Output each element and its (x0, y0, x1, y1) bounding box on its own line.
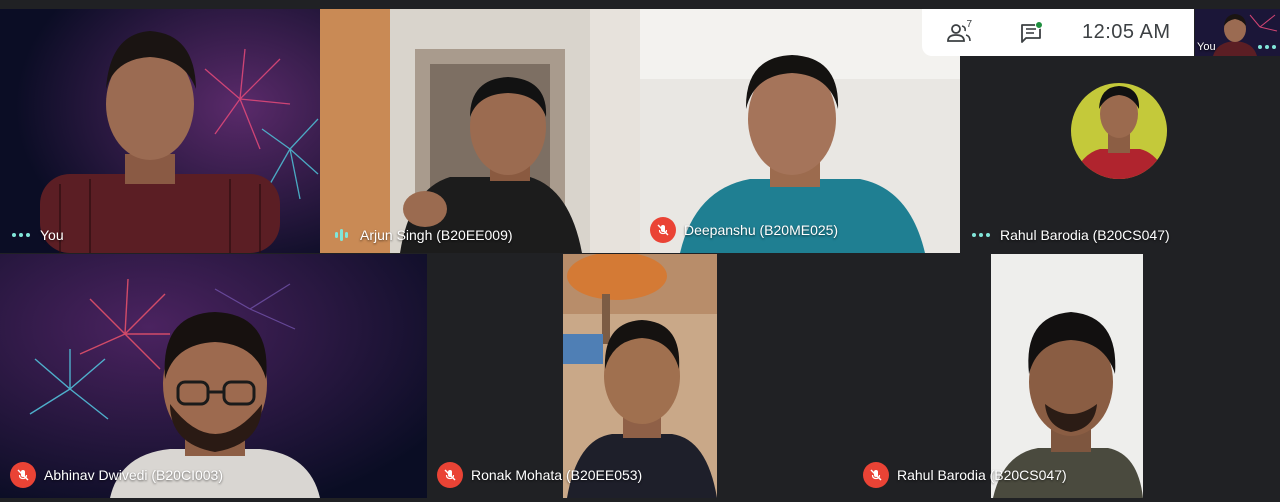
more-options-icon[interactable] (970, 233, 992, 237)
participant-tile-you[interactable]: You (0, 9, 320, 253)
participant-name: Ronak Mohata (B20EE053) (471, 467, 643, 483)
chat-notification-dot (1035, 21, 1043, 29)
people-count: 7 (966, 19, 972, 30)
participant-name-bar: Abhinav Dwivedi (B20CI003) (10, 462, 223, 488)
mic-off-icon (10, 462, 36, 488)
self-view-label: You (1197, 41, 1216, 53)
more-options-icon[interactable] (10, 233, 32, 237)
participant-name: Abhinav Dwivedi (B20CI003) (44, 467, 223, 483)
participant-name-bar: Rahul Barodia (B20CS047) (863, 462, 1067, 488)
participant-name: Rahul Barodia (B20CS047) (897, 467, 1067, 483)
participant-tile-ronak-mohata[interactable]: Ronak Mohata (B20EE053) (427, 254, 853, 498)
participant-name-bar: Deepanshu (B20ME025) (650, 217, 838, 243)
participant-name: Rahul Barodia (B20CS047) (1000, 227, 1170, 243)
more-options-icon[interactable] (1256, 45, 1278, 49)
participant-tile-rahul-barodia[interactable]: Rahul Barodia (B20CS047) (853, 254, 1280, 498)
participant-name: Arjun Singh (B20EE009) (360, 227, 513, 243)
participant-name-bar: Rahul Barodia (B20CS047) (970, 227, 1170, 243)
participant-name-bar: Ronak Mohata (B20EE053) (437, 462, 642, 488)
chat-button[interactable] (1006, 9, 1056, 56)
speaking-indicator-icon (330, 229, 352, 241)
video-feed (0, 9, 320, 253)
participant-tile-arjun-singh[interactable]: Arjun Singh (B20EE009) (320, 9, 640, 253)
self-view-thumbnail[interactable]: You (1195, 9, 1280, 56)
participant-name: You (40, 227, 64, 243)
participant-name-bar: You (10, 227, 64, 243)
mic-off-icon (650, 217, 676, 243)
meeting-time: 12:05 AM (1082, 21, 1171, 43)
participant-tile-deepanshu[interactable]: Deepanshu (B20ME025) (640, 9, 960, 253)
video-feed (320, 9, 640, 253)
participant-name: Deepanshu (B20ME025) (684, 222, 839, 238)
participant-tile-abhinav-dwivedi[interactable]: Abhinav Dwivedi (B20CI003) (0, 254, 427, 498)
mic-off-icon (863, 462, 889, 488)
participant-name-bar: Arjun Singh (B20EE009) (330, 227, 513, 243)
mic-off-icon (437, 462, 463, 488)
meeting-info-panel: 7 12:05 AM (922, 9, 1194, 56)
people-button[interactable]: 7 (934, 9, 984, 56)
